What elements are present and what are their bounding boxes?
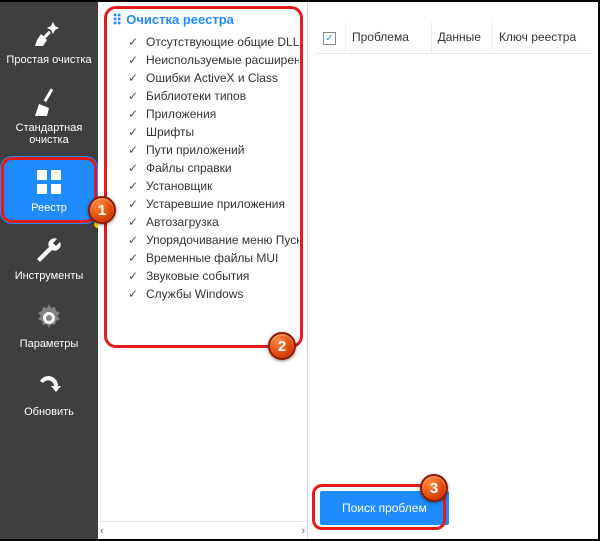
checkmark-icon: ✓	[128, 269, 138, 283]
checklist-title-row[interactable]: ⠿ Очистка реестра	[112, 12, 299, 27]
checklist-item-label: Автозагрузка	[146, 215, 219, 229]
horizontal-scrollbar[interactable]: ‹ ›	[98, 521, 307, 539]
footer-bar: Поиск проблем	[308, 481, 598, 539]
results-panel: ✓ Проблема Данные Ключ реестра Поиск про…	[308, 2, 598, 539]
checklist-item-label: Временные файлы MUI	[146, 251, 278, 265]
broom-spark-icon	[33, 18, 65, 50]
checklist-item[interactable]: ✓ Временные файлы MUI	[112, 249, 299, 267]
checkmark-icon: ✓	[128, 161, 138, 175]
grid-icon	[33, 166, 65, 198]
checklist-item-label: Файлы справки	[146, 161, 232, 175]
checklist-item-label: Ошибки ActiveX и Class	[146, 71, 278, 85]
callout-3: 3	[420, 474, 448, 502]
checklist-item-label: Неиспользуемые расширения ф…	[146, 53, 299, 67]
checklist-item[interactable]: ✓ Автозагрузка	[112, 213, 299, 231]
wrench-icon	[33, 234, 65, 266]
checkmark-icon: ✓	[128, 197, 138, 211]
checkmark-icon: ✓	[128, 53, 138, 67]
column-header-data[interactable]: Данные	[432, 22, 493, 53]
checklist-item[interactable]: ✓ Шрифты	[112, 123, 299, 141]
sidebar: Простая очистка Стандартная очистка Реес…	[0, 2, 98, 539]
checkmark-icon: ✓	[128, 179, 138, 193]
checkmark-icon: ✓	[128, 35, 138, 49]
checklist-item[interactable]: ✓ Отсутствующие общие DLL	[112, 33, 299, 51]
checklist-title: Очистка реестра	[126, 12, 234, 27]
results-grid-header: ✓ Проблема Данные Ключ реестра	[314, 22, 592, 54]
checklist-item[interactable]: ✓ Ошибки ActiveX и Class	[112, 69, 299, 87]
checkmark-icon: ✓	[128, 125, 138, 139]
column-header-problem[interactable]: Проблема	[346, 22, 432, 53]
header-checkbox-cell[interactable]: ✓	[314, 22, 346, 53]
refresh-icon	[33, 370, 65, 402]
sidebar-item-settings[interactable]: Параметры	[0, 292, 98, 360]
results-grid-body	[308, 54, 598, 481]
checkmark-icon: ✓	[128, 89, 138, 103]
column-header-regkey[interactable]: Ключ реестра	[493, 22, 592, 53]
checklist-item-label: Библиотеки типов	[146, 89, 246, 103]
checklist-item-label: Упорядочивание меню Пуск	[146, 233, 299, 247]
checklist-item-label: Отсутствующие общие DLL	[146, 35, 299, 49]
sidebar-label: Простая очистка	[6, 54, 91, 66]
checkmark-icon: ✓	[128, 107, 138, 121]
callout-2: 2	[268, 332, 296, 360]
checklist-item-label: Пути приложений	[146, 143, 244, 157]
checklist-item[interactable]: ✓ Упорядочивание меню Пуск	[112, 231, 299, 249]
sidebar-label: Обновить	[24, 406, 74, 418]
checklist-item[interactable]: ✓ Устаревшие приложения	[112, 195, 299, 213]
sidebar-label: Реестр	[31, 202, 67, 214]
scroll-right-icon[interactable]: ›	[301, 525, 305, 537]
sidebar-item-simple-clean[interactable]: Простая очистка	[0, 8, 98, 76]
broom-icon	[33, 86, 65, 118]
checkmark-icon: ✓	[128, 143, 138, 157]
checkmark-icon: ✓	[128, 215, 138, 229]
checklist-item-label: Приложения	[146, 107, 216, 121]
checkmark-icon: ✓	[128, 71, 138, 85]
sidebar-label: Параметры	[20, 338, 79, 350]
checklist-item-label: Службы Windows	[146, 287, 243, 301]
checklist-panel: ⠿ Очистка реестра ✓ Отсутствующие общие D…	[98, 2, 308, 539]
checkmark-icon: ✓	[128, 251, 138, 265]
checklist-item[interactable]: ✓ Библиотеки типов	[112, 87, 299, 105]
checklist-item-label: Установщик	[146, 179, 212, 193]
checklist-item[interactable]: ✓ Установщик	[112, 177, 299, 195]
checkmark-icon: ✓	[128, 233, 138, 247]
checklist-item[interactable]: ✓ Неиспользуемые расширения ф…	[112, 51, 299, 69]
checklist-item-label: Шрифты	[146, 125, 194, 139]
checklist-item-label: Устаревшие приложения	[146, 197, 285, 211]
checklist-item-label: Звуковые события	[146, 269, 249, 283]
sidebar-label: Стандартная очистка	[16, 122, 83, 146]
checklist-item[interactable]: ✓ Приложения	[112, 105, 299, 123]
checklist-item[interactable]: ✓ Пути приложений	[112, 141, 299, 159]
checkmark-icon: ✓	[128, 287, 138, 301]
sidebar-item-standard-clean[interactable]: Стандартная очистка	[0, 76, 98, 156]
scroll-left-icon[interactable]: ‹	[100, 525, 104, 537]
checkbox-icon: ✓	[323, 32, 336, 45]
checklist-item[interactable]: ✓ Файлы справки	[112, 159, 299, 177]
sidebar-label: Инструменты	[15, 270, 84, 282]
sidebar-item-update[interactable]: Обновить	[0, 360, 98, 428]
gear-icon	[33, 302, 65, 334]
checklist-item[interactable]: ✓ Звуковые события	[112, 267, 299, 285]
drag-handle-icon: ⠿	[112, 13, 120, 27]
sidebar-item-tools[interactable]: Инструменты	[0, 224, 98, 292]
sidebar-item-registry[interactable]: Реестр	[0, 156, 98, 224]
callout-1: 1	[88, 196, 116, 224]
checklist-item[interactable]: ✓ Службы Windows	[112, 285, 299, 303]
